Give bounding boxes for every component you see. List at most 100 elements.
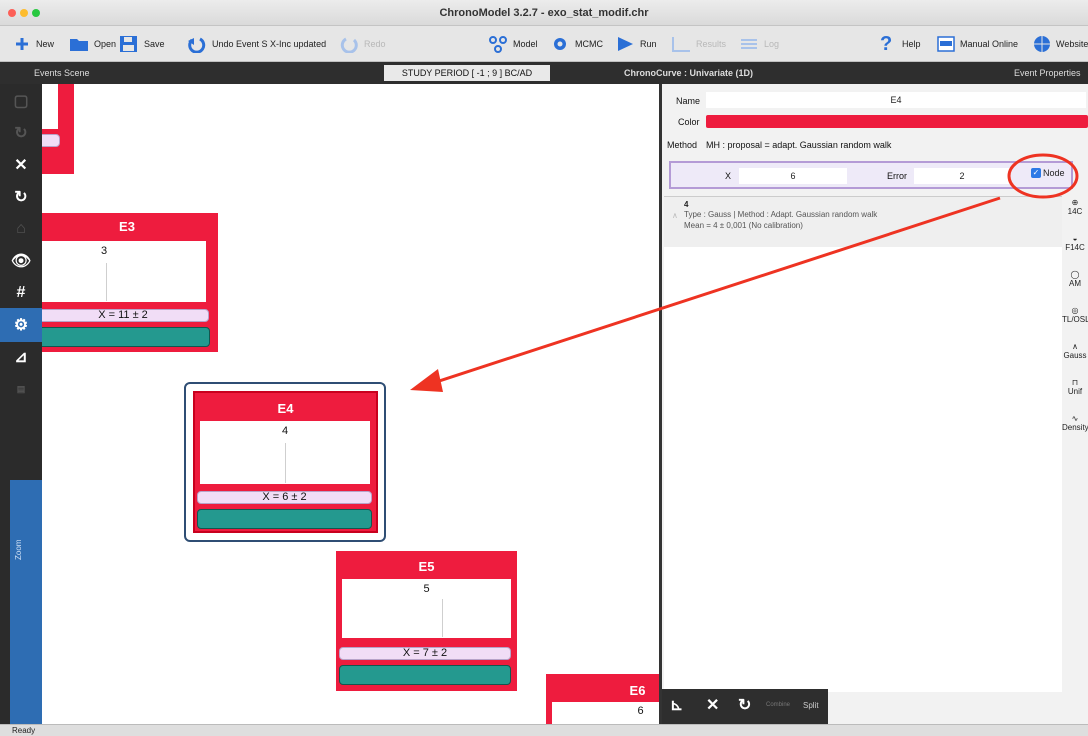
tlosl-label: TL/OSL <box>1062 315 1088 324</box>
14c-plugin-button[interactable]: ⊕ 14C <box>1062 198 1088 216</box>
chronocurve-values-bar: X 6 Error 2 ✓ Node <box>669 161 1073 189</box>
close-window-button[interactable] <box>8 9 16 17</box>
undo-button[interactable]: Undo Event S X-Inc updated <box>186 33 326 55</box>
node-checkbox[interactable]: ✓ Node <box>1031 168 1065 178</box>
method-label: Method <box>667 140 698 150</box>
new-event-icon[interactable]: ▢ <box>0 84 42 118</box>
globe-icon <box>1034 36 1050 52</box>
delete-icon[interactable]: ✕ <box>0 148 42 182</box>
main-toolbar: New Open Save Undo Event S X-Inc updated… <box>0 26 1088 62</box>
events-list-icon[interactable]: ▤ <box>0 372 42 406</box>
section-header-bar: Events Scene STUDY PERIOD [ -1 ; 9 ] BC/… <box>0 62 1088 84</box>
run-label: Run <box>640 39 657 49</box>
save-button[interactable]: Save <box>118 33 165 55</box>
manual-online-button[interactable]: Manual Online <box>936 33 1018 55</box>
log-button[interactable]: Log <box>738 33 779 55</box>
calibration-chart-icon[interactable]: ⊾ <box>670 695 683 715</box>
overview-eye-icon[interactable]: 👁 <box>0 244 42 278</box>
combine-button[interactable]: Combine <box>766 702 790 708</box>
date-list-item[interactable]: 4 ∧ Type : Gauss | Method : Adapt. Gauss… <box>664 197 1064 247</box>
save-label: Save <box>144 39 165 49</box>
events-scene-title: Events Scene <box>34 68 90 78</box>
event-name: E3 <box>119 219 135 234</box>
study-period-button[interactable]: STUDY PERIOD [ -1 ; 9 ] BC/AD <box>384 65 550 81</box>
am-plugin-button[interactable]: ◯ AM <box>1062 270 1088 288</box>
am-icon: ◯ <box>1070 270 1080 279</box>
split-button[interactable]: Split <box>803 701 819 710</box>
new-button[interactable]: New <box>12 33 54 55</box>
unif-label: Unif <box>1067 387 1083 396</box>
event-x-bar: X = 7 ± 2 <box>339 647 511 660</box>
results-label: Results <box>696 39 727 49</box>
zoom-slider[interactable] <box>10 480 42 724</box>
event-phase-bar <box>339 665 511 685</box>
f14c-plugin-button[interactable]: ◒ F14C <box>1062 234 1088 252</box>
event-graph-area: 5 <box>342 579 511 638</box>
am-label: AM <box>1069 279 1081 288</box>
events-scene-canvas[interactable]: E3 3 X = 11 ± 2 E4 4 X = 6 ± 2 E5 5 X = … <box>42 84 659 724</box>
recycle-date-icon[interactable]: ↻ <box>738 695 751 715</box>
recycle-icon[interactable]: ↻ <box>0 180 42 214</box>
open-button[interactable]: Open <box>68 33 116 55</box>
event-box-e6[interactable]: E6 6 <box>546 674 659 724</box>
event-name: E4 <box>277 401 294 416</box>
run-button[interactable]: Run <box>614 33 657 55</box>
minimize-window-button[interactable] <box>20 9 28 17</box>
dates-action-bar: ⊾ ✕ ↻ Combine Split <box>662 689 828 724</box>
grid-icon[interactable]: # <box>0 276 42 310</box>
event-x-bar: X = 6 ± 2 <box>197 491 372 504</box>
log-label: Log <box>764 39 780 49</box>
event-graph-area: 4 <box>200 421 370 484</box>
delete-date-icon[interactable]: ✕ <box>706 695 719 715</box>
title-bar: ChronoModel 3.2.7 - exo_stat_modif.chr <box>0 0 1088 26</box>
new-bound-icon[interactable]: ↻ <box>0 116 42 150</box>
model-network-icon <box>489 36 507 53</box>
website-button[interactable]: Website <box>1032 33 1088 55</box>
tlosl-plugin-button[interactable]: ◎ TL/OSL <box>1062 306 1088 324</box>
open-label: Open <box>94 39 117 49</box>
mcmc-label: MCMC <box>575 39 603 49</box>
gauss-plugin-button[interactable]: ∧ Gauss <box>1062 342 1088 360</box>
results-button[interactable]: Results <box>670 33 726 55</box>
help-button[interactable]: ? Help <box>880 33 921 55</box>
density-plugin-button[interactable]: ∿ Density <box>1062 414 1088 432</box>
folder-icon <box>70 39 88 51</box>
event-date-count: 4 <box>281 425 289 437</box>
event-graph-area: 3 <box>42 241 206 302</box>
error-label: Error <box>887 171 907 181</box>
event-date-line <box>106 263 107 301</box>
model-tab-button[interactable]: Model <box>487 33 538 55</box>
dates-list[interactable]: 4 ∧ Type : Gauss | Method : Adapt. Gauss… <box>664 196 1064 692</box>
plus-icon <box>16 38 28 50</box>
x-value-input[interactable]: 6 <box>739 168 847 184</box>
14c-label: 14C <box>1067 207 1083 216</box>
event-box-e3[interactable]: E3 3 X = 11 ± 2 <box>42 213 218 352</box>
chronocurve-title: ChronoCurve : Univariate (1D) <box>624 68 754 78</box>
density-icon: ∿ <box>1071 414 1079 423</box>
event-color-picker[interactable] <box>706 115 1088 128</box>
properties-gear-icon[interactable]: ⚙ <box>0 308 42 342</box>
event-phase-bar <box>42 327 210 347</box>
uniform-icon: ⊓ <box>1071 378 1079 387</box>
website-label: Website <box>1056 39 1088 49</box>
event-box-partial[interactable] <box>42 84 74 174</box>
zoom-window-button[interactable] <box>32 9 40 17</box>
method-value[interactable]: MH : proposal = adapt. Gaussian random w… <box>706 140 891 150</box>
event-name-field[interactable]: E4 <box>706 92 1086 108</box>
redo-button[interactable]: Redo <box>338 33 386 55</box>
event-box-e5[interactable]: E5 5 X = 7 ± 2 <box>336 551 517 691</box>
x-label: X <box>725 171 732 181</box>
gauss-label: Gauss <box>1063 351 1087 360</box>
unif-plugin-button[interactable]: ⊓ Unif <box>1062 378 1088 396</box>
mcmc-button[interactable]: MCMC <box>549 33 603 55</box>
error-value-input[interactable]: 2 <box>914 168 1010 184</box>
event-box-e4[interactable]: E4 4 X = 6 ± 2 <box>193 391 378 533</box>
plugin-dock: ⊕ 14C ◒ F14C ◯ AM ◎ TL/OSL ∧ Gauss ⊓ Unif ∿ Den… <box>1062 196 1088 692</box>
event-phase-bar <box>197 509 372 529</box>
export-image-icon[interactable]: ⌂ <box>0 212 42 246</box>
chart-export-icon[interactable]: ⊿ <box>0 340 42 374</box>
density-label: Density <box>1062 423 1088 432</box>
status-bar: Ready <box>0 724 1088 736</box>
manual-label: Manual Online <box>960 39 1019 49</box>
color-label: Color <box>678 117 700 127</box>
